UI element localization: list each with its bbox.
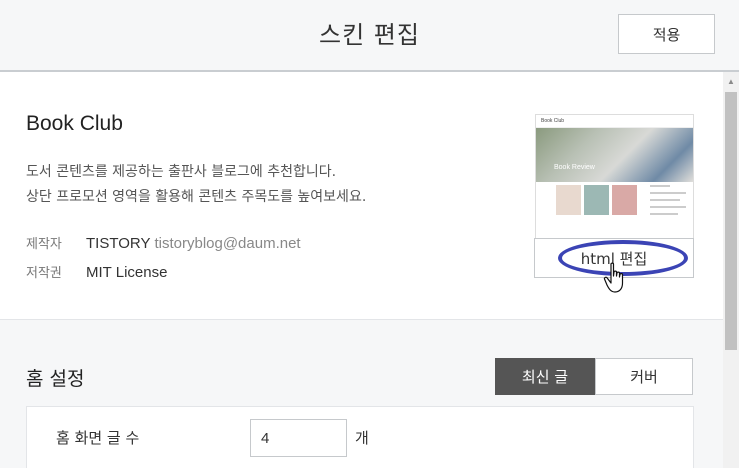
thumbnail-line bbox=[650, 213, 678, 215]
author-label: 제작자 bbox=[26, 237, 62, 252]
license-label: 저작권 bbox=[26, 266, 62, 281]
skin-description-line: 상단 프로모션 영역을 활용해 콘텐츠 주목도를 높여보세요. bbox=[26, 189, 367, 205]
scrollbar-thumb[interactable] bbox=[725, 92, 737, 350]
author-email: tistoryblog@daum.net bbox=[154, 235, 301, 252]
thumbnail-book-card bbox=[584, 185, 609, 215]
thumbnail-topbar: Book Club bbox=[536, 115, 693, 128]
thumbnail-book-card bbox=[556, 185, 581, 215]
skin-name: Book Club bbox=[26, 112, 123, 135]
author-row: 제작자 TISTORY tistoryblog@daum.net bbox=[26, 233, 301, 252]
author-name: TISTORY bbox=[86, 235, 151, 252]
post-count-input[interactable] bbox=[250, 419, 347, 457]
tab-cover[interactable]: 커버 bbox=[595, 358, 693, 395]
thumbnail-book-card bbox=[612, 185, 637, 215]
tab-recent-posts[interactable]: 최신 글 bbox=[495, 358, 595, 395]
skin-thumbnail: Book Club Book Review bbox=[535, 114, 694, 239]
apply-button[interactable]: 적용 bbox=[618, 14, 715, 54]
editor-header: 스킨 편집 적용 bbox=[0, 0, 739, 72]
scroll-up-arrow-icon[interactable]: ▲ bbox=[723, 73, 739, 89]
home-settings-title: 홈 설정 bbox=[26, 368, 85, 390]
hand-cursor-icon bbox=[603, 262, 624, 293]
thumbnail-line bbox=[650, 185, 670, 187]
thumbnail-hero-text: Book Review bbox=[554, 164, 595, 171]
thumbnail-logo: Book Club bbox=[541, 118, 565, 124]
license-row: 저작권 MIT License bbox=[26, 262, 167, 281]
thumbnail-hero-image: Book Review bbox=[536, 128, 693, 182]
license-value: MIT License bbox=[86, 264, 168, 281]
skin-description: 도서 콘텐츠를 제공하는 출판사 블로그에 추천합니다. 상단 프로모션 영역을… bbox=[26, 160, 366, 210]
skin-description-line: 도서 콘텐츠를 제공하는 출판사 블로그에 추천합니다. bbox=[26, 164, 337, 180]
post-count-label: 홈 화면 글 수 bbox=[56, 429, 140, 447]
thumbnail-line bbox=[650, 206, 686, 208]
thumbnail-line bbox=[650, 192, 686, 194]
thumbnail-line bbox=[650, 199, 680, 201]
thumbnail-sidebar bbox=[650, 185, 690, 235]
post-count-unit: 개 bbox=[355, 429, 369, 447]
